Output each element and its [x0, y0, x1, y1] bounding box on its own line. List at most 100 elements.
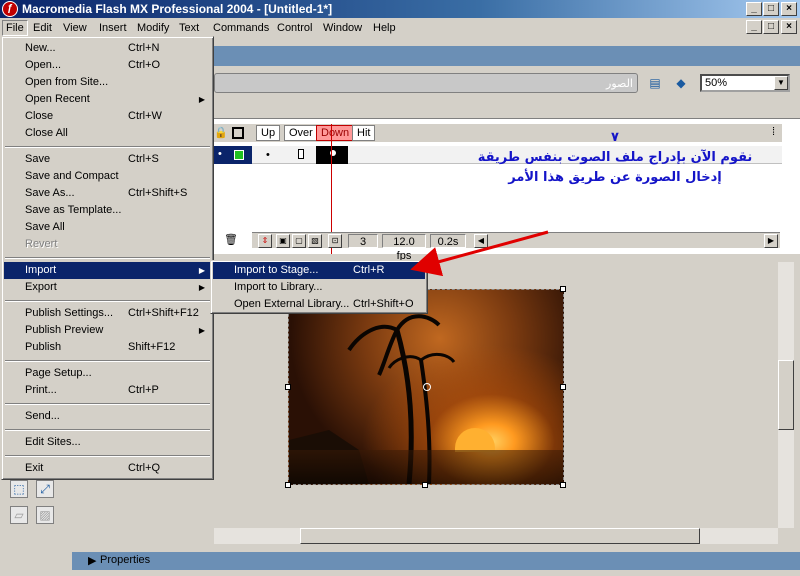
menu-item-open-from-site[interactable]: Open from Site... [4, 74, 211, 91]
frame-label-over[interactable]: Over [284, 125, 318, 141]
zoom-select[interactable]: 50% ▼ [700, 74, 790, 92]
scroll-right-icon[interactable]: ▶ [764, 234, 778, 248]
properties-expand-icon[interactable]: ▶ [88, 554, 96, 567]
menu-item-new[interactable]: New... Ctrl+N [4, 40, 211, 57]
lock-icon[interactable]: 🔒 [214, 126, 228, 139]
frame-rate: 12.0 fps [382, 234, 426, 262]
menu-bar: File Edit View Insert Modify Text Comman… [0, 18, 800, 38]
menu-view[interactable]: View [60, 20, 90, 36]
handle-right[interactable] [560, 384, 566, 390]
handle-bottom-left[interactable] [285, 482, 291, 488]
edit-symbol-icon[interactable]: ◆ [672, 74, 690, 92]
fill-icon[interactable]: ▱ [10, 506, 28, 524]
gradient-icon[interactable]: ▨ [36, 506, 54, 524]
keyframe-up[interactable]: • [266, 149, 270, 161]
menu-item-open[interactable]: Open... Ctrl+O [4, 57, 211, 74]
menu-item-page-setup[interactable]: Page Setup... [4, 365, 211, 382]
menu-edit[interactable]: Edit [30, 20, 55, 36]
close-button[interactable]: × [781, 2, 797, 16]
frame-label-down[interactable]: Down [316, 125, 355, 141]
menu-separator [5, 455, 210, 457]
frame-label-up[interactable]: Up [256, 125, 281, 141]
menu-window[interactable]: Window [320, 20, 365, 36]
handle-bottom[interactable] [422, 482, 428, 488]
doc-minimize-button[interactable]: _ [746, 20, 762, 34]
menu-item-open-recent[interactable]: Open Recent ▶ [4, 91, 211, 108]
transform-icon[interactable]: ⬚ [10, 480, 28, 498]
handle-top-right[interactable] [560, 286, 566, 292]
transform-point-icon[interactable] [423, 383, 431, 391]
menu-item-save-all[interactable]: Save All [4, 219, 211, 236]
menu-item-revert: Revert [25, 238, 58, 250]
submenu-arrow-icon: ▶ [198, 326, 205, 335]
menu-separator [5, 429, 210, 431]
menu-item-save[interactable]: Save Ctrl+S [4, 151, 211, 168]
scene-name: الصور [606, 78, 633, 90]
menu-item-publish-settings[interactable]: Publish Settings... Ctrl+Shift+F12 [4, 305, 211, 322]
menu-item-export[interactable]: Export ▶ [4, 279, 211, 296]
menu-separator [5, 360, 210, 362]
import-submenu: Import to Stage... Ctrl+R Import to Libra… [210, 260, 428, 314]
vertical-scroll-thumb[interactable] [778, 360, 794, 430]
menu-item-open-external-library[interactable]: Open External Library... Ctrl+Shift+O [213, 296, 425, 313]
trash-icon[interactable]: 🗑 [224, 233, 238, 246]
sea-illustration [289, 450, 563, 484]
menu-separator [5, 300, 210, 302]
scroll-left-icon[interactable]: ◀ [474, 234, 488, 248]
menu-item-print[interactable]: Print... Ctrl+P [4, 382, 211, 399]
menu-commands[interactable]: Commands [210, 20, 272, 36]
menu-item-save-as-template[interactable]: Save as Template... [4, 202, 211, 219]
layer-row[interactable]: • [214, 146, 252, 164]
menu-file[interactable]: File [2, 20, 28, 36]
menu-help[interactable]: Help [370, 20, 399, 36]
menu-item-publish-preview[interactable]: Publish Preview ▶ [4, 322, 211, 339]
title-bar: ƒ Macromedia Flash MX Professional 2004 … [0, 0, 800, 18]
menu-text[interactable]: Text [176, 20, 202, 36]
menu-item-exit[interactable]: Exit Ctrl+Q [4, 460, 211, 477]
annotation-step-number: ٧ [611, 130, 619, 145]
menu-item-send[interactable]: Send... [4, 408, 211, 425]
menu-item-close[interactable]: Close Ctrl+W [4, 108, 211, 125]
menu-insert[interactable]: Insert [96, 20, 130, 36]
menu-item-import[interactable]: Import ▶ [4, 262, 211, 279]
outline-icon[interactable] [232, 127, 244, 139]
handle-left[interactable] [285, 384, 291, 390]
onion-skin-icon[interactable]: ▣ [276, 234, 290, 248]
layer-color-icon[interactable] [234, 150, 244, 160]
edit-scene-icon[interactable]: ▤ [646, 74, 664, 92]
zoom-dropdown-icon[interactable]: ▼ [774, 76, 788, 90]
menu-item-import-to-stage[interactable]: Import to Stage... Ctrl+R [213, 262, 425, 279]
menu-item-save-and-compact[interactable]: Save and Compact [4, 168, 211, 185]
onion-markers-icon[interactable]: ⊡ [328, 234, 342, 248]
doc-restore-button[interactable]: □ [763, 20, 779, 34]
zoom-value: 50% [705, 77, 728, 89]
timeline-panel-header[interactable] [214, 46, 800, 66]
menu-control[interactable]: Control [274, 20, 315, 36]
onion-outlines-icon[interactable]: ▢ [292, 234, 306, 248]
frame-label-hit[interactable]: Hit [352, 125, 376, 141]
elapsed-time: 0.2s [430, 234, 466, 248]
edit-multiple-icon[interactable]: ▧ [308, 234, 322, 248]
layer-header: 🔒 [214, 124, 252, 142]
menu-separator [5, 257, 210, 259]
menu-item-publish[interactable]: Publish Shift+F12 [4, 339, 211, 356]
menu-item-close-all[interactable]: Close All [4, 125, 211, 142]
maximize-button[interactable]: □ [763, 2, 779, 16]
menu-modify[interactable]: Modify [134, 20, 172, 36]
menu-separator [5, 146, 210, 148]
center-frame-icon[interactable]: ⇕ [258, 234, 272, 248]
menu-item-save-as[interactable]: Save As... Ctrl+Shift+S [4, 185, 211, 202]
minimize-button[interactable]: _ [746, 2, 762, 16]
handle-bottom-right[interactable] [560, 482, 566, 488]
submenu-arrow-icon: ▶ [198, 283, 205, 292]
menu-item-edit-sites[interactable]: Edit Sites... [4, 434, 211, 451]
keyframe-over[interactable] [298, 149, 304, 159]
doc-close-button[interactable]: × [781, 20, 797, 34]
submenu-arrow-icon: ▶ [198, 95, 205, 104]
expand-icon[interactable]: ⤢ [36, 480, 54, 498]
menu-item-import-to-library[interactable]: Import to Library... [213, 279, 425, 296]
properties-panel-header[interactable]: ▶ Properties [72, 552, 800, 570]
horizontal-scroll-thumb[interactable] [300, 528, 700, 544]
flash-app-icon[interactable]: ƒ [2, 1, 18, 17]
timeline-menu-icon[interactable]: ⁞ [772, 126, 775, 138]
